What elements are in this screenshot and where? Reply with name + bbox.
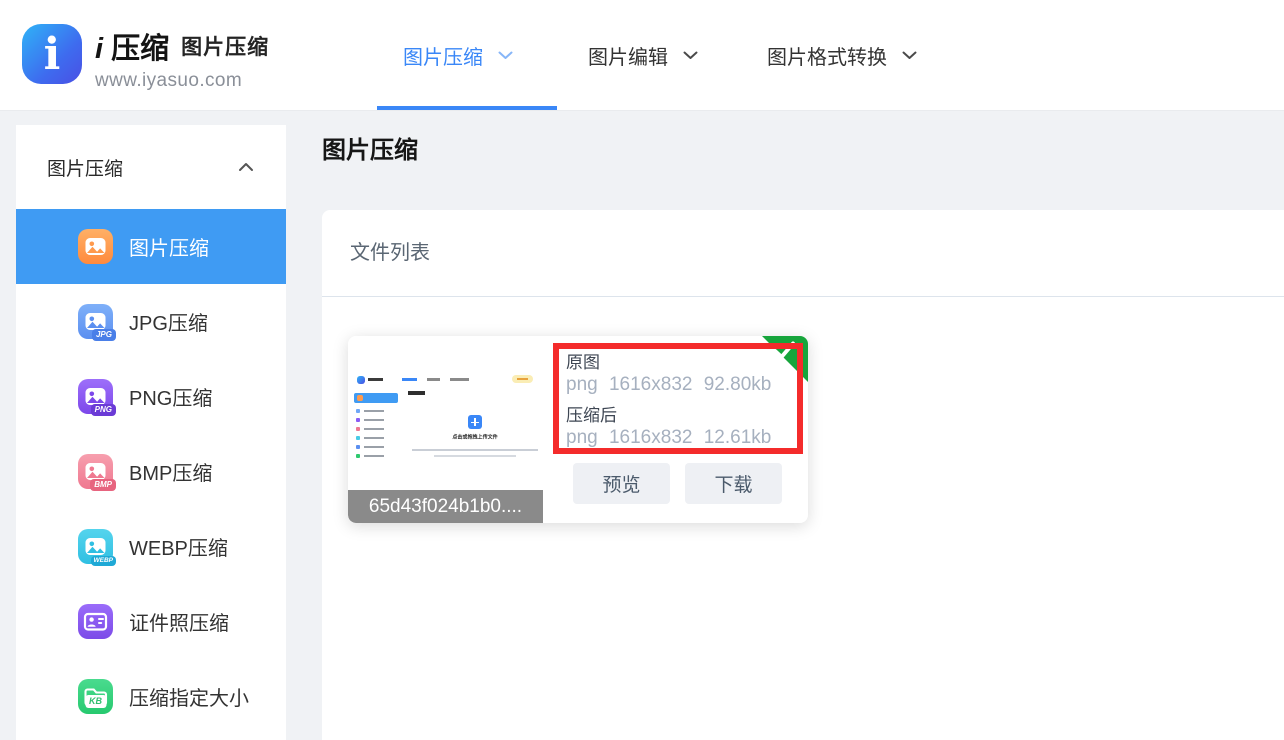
app-window: i i 压缩 图片压缩 www.iyasuo.com 图片压缩 图片编辑 图 [0,0,1284,740]
sidebar-item-jpg-compress[interactable]: JPG JPG压缩 [16,284,286,359]
mini-vip-button [512,375,533,383]
original-info: png 1616x832 92.80kb [566,373,797,396]
panel-title: 文件列表 [322,210,1284,297]
product-name: 图片压缩 [181,31,269,61]
chevron-down-icon [902,51,917,60]
kb-badge: KB [85,695,106,708]
id-photo-icon [78,604,113,639]
sidebar-item-compress-to-size[interactable]: KB 压缩指定大小 [16,659,286,734]
logo-icon: i [22,24,82,84]
download-button[interactable]: 下载 [685,463,782,504]
nav-item-image-compress[interactable]: 图片压缩 [403,0,513,110]
sidebar-item-png-compress[interactable]: PNG PNG压缩 [16,359,286,434]
file-name: 65d43f024b1b0.... [348,490,543,523]
sidebar-item-label: 证件照压缩 [129,607,229,636]
brand-name: i 压缩 [95,25,169,67]
nav-label: 图片压缩 [403,41,483,70]
bmp-badge: BMP [90,479,116,491]
logo-letter: i [44,29,61,80]
sidebar-item-label: JPG压缩 [129,307,208,336]
bmp-compress-icon: BMP [78,454,113,489]
sidebar-group-header[interactable]: 图片压缩 [16,125,286,209]
logo-text: i 压缩 图片压缩 www.iyasuo.com [95,24,269,92]
sidebar-item-label: 图片压缩 [129,232,209,261]
png-badge: PNG [91,404,116,416]
sidebar-item-webp-compress[interactable]: WEBP WEBP压缩 [16,509,286,584]
sidebar-item-bmp-compress[interactable]: BMP BMP压缩 [16,434,286,509]
nav-label: 图片编辑 [588,41,668,70]
chevron-down-icon [683,51,698,60]
sidebar-item-label: BMP压缩 [129,457,212,486]
jpg-badge: JPG [92,329,116,341]
nav-item-image-edit[interactable]: 图片编辑 [588,0,698,110]
thumbnail-screenshot: 点击或拖拽上传文件 [350,371,541,481]
annotation-red-box: 原图 png 1616x832 92.80kb 压缩后 png 1616x832… [553,343,803,454]
webp-badge: WEBP [91,556,117,567]
plus-icon [468,415,482,429]
nav-item-format-convert[interactable]: 图片格式转换 [767,0,917,110]
chevron-up-icon [238,162,254,172]
mini-logo [357,376,365,384]
site-header: i i 压缩 图片压缩 www.iyasuo.com 图片压缩 图片编辑 图 [0,0,1284,111]
site-logo[interactable]: i i 压缩 图片压缩 www.iyasuo.com [22,24,269,92]
png-compress-icon: PNG [78,379,113,414]
sidebar-item-image-compress[interactable]: 图片压缩 [16,209,286,284]
file-actions: 预览 下载 [573,463,782,504]
site-url: www.iyasuo.com [95,70,269,92]
sidebar-item-id-photo-compress[interactable]: 证件照压缩 [16,584,286,659]
sidebar-item-label: PNG压缩 [129,382,212,411]
active-tab-underline [377,106,557,110]
sidebar-item-label: 压缩指定大小 [129,682,249,711]
image-compress-icon [78,229,113,264]
sidebar-item-label: WEBP压缩 [129,532,228,561]
chevron-down-icon [498,51,513,60]
sidebar: 图片压缩 图片压缩 JPG JPG压缩 PNG PNG压缩 [16,125,286,740]
compressed-info: png 1616x832 12.61kb [566,426,797,449]
kb-folder-icon: KB [78,679,113,714]
mini-upload-text: 点击或拖拽上传文件 [452,433,497,440]
preview-button[interactable]: 预览 [573,463,670,504]
sidebar-group-title: 图片压缩 [47,154,123,181]
compressed-label: 压缩后 [566,405,797,426]
nav-label: 图片格式转换 [767,41,887,70]
file-card: 点击或拖拽上传文件 65d43f024b1b0.... 原图 png 1616x… [348,336,808,523]
file-list-panel: 文件列表 [322,210,1284,740]
original-label: 原图 [566,352,797,373]
mini-active-item [354,393,398,403]
webp-compress-icon: WEBP [78,529,113,564]
jpg-compress-icon: JPG [78,304,113,339]
page-title: 图片压缩 [322,130,418,165]
file-thumbnail[interactable]: 点击或拖拽上传文件 65d43f024b1b0.... [348,336,543,523]
